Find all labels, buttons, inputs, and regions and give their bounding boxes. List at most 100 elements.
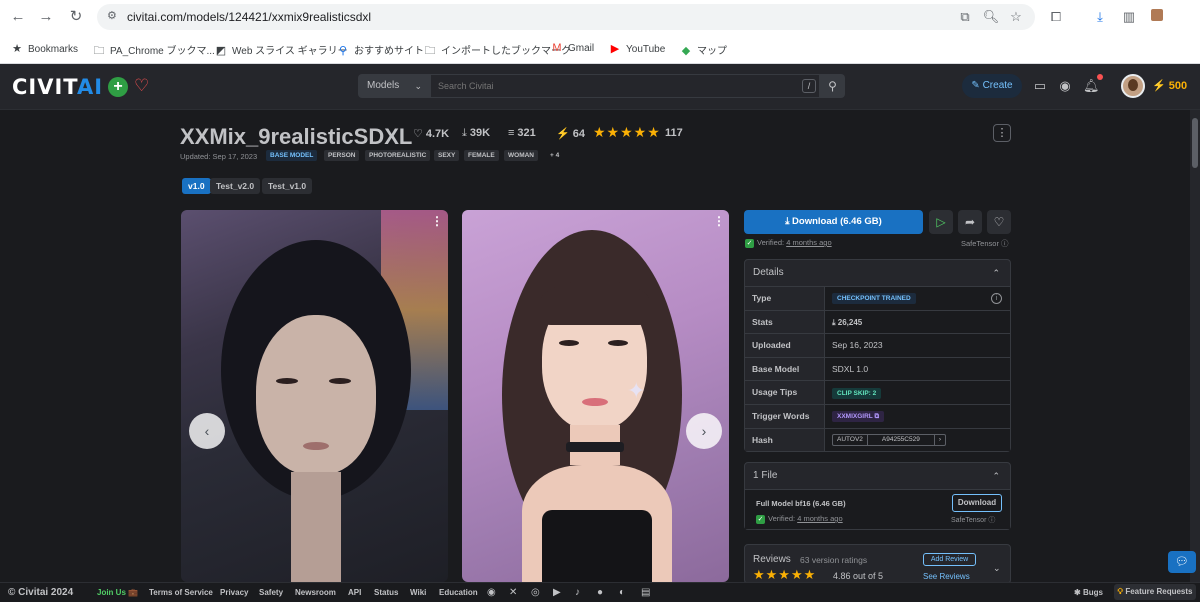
buzz-balance[interactable]: ⚡ 500	[1152, 79, 1187, 92]
profile-avatar-icon[interactable]	[1148, 8, 1166, 26]
civitai-logo[interactable]: CIVITAI	[12, 75, 103, 99]
bookmark-item[interactable]: ▶ YouTube	[608, 42, 666, 55]
version-tab-test-v1[interactable]: Test_v1.0	[262, 178, 313, 194]
reload-icon[interactable]: ↻	[66, 7, 86, 27]
tag-sexy[interactable]: SEXY	[434, 150, 460, 161]
tag-female[interactable]: FEMALE	[464, 150, 499, 161]
monitor-icon[interactable]: ▭	[1032, 77, 1048, 95]
side-panel-icon[interactable]: ▥	[1120, 8, 1138, 26]
tag-photorealistic[interactable]: PHOTOREALISTIC	[365, 150, 431, 161]
gallery-image[interactable]	[181, 210, 448, 582]
rating-count[interactable]: 117	[665, 127, 683, 139]
bookmark-item[interactable]: ◆ マップ	[679, 42, 727, 57]
version-tab-v1[interactable]: v1.0	[182, 178, 211, 194]
reddit-icon[interactable]: ●	[597, 587, 603, 598]
tiktok-icon[interactable]: ♪	[575, 587, 580, 598]
hash-box[interactable]: AUTOV2 A94255C529 ›	[832, 434, 947, 447]
bookmark-item[interactable]: ⚲ おすすめサイト	[336, 42, 424, 57]
install-app-icon[interactable]: ⧉	[956, 8, 974, 26]
bookmark-item[interactable]: ◩ Web スライス ギャラリー	[214, 42, 348, 57]
likes-stat[interactable]: ♡ 4.7K	[413, 127, 449, 140]
bookmark-item[interactable]: 🗀 PA_Chrome ブックマ...	[92, 42, 215, 61]
heart-icon[interactable]: ♡	[987, 210, 1011, 234]
bugs-link[interactable]: ✱ Bugs	[1074, 588, 1103, 597]
github-icon[interactable]: ◐	[619, 587, 625, 598]
type-badge: CHECKPOINT TRAINED	[832, 293, 916, 305]
footer-link[interactable]: Terms of Service	[149, 588, 213, 597]
reviews-count: 63 version ratings	[800, 555, 868, 565]
scrollbar-thumb[interactable]	[1192, 118, 1198, 168]
gallery-image[interactable]: ✦	[462, 210, 729, 582]
more-options-icon[interactable]: ⋮	[993, 124, 1011, 142]
search-category-select[interactable]: Models ⌄	[358, 74, 430, 98]
tag-woman[interactable]: WOMAN	[504, 150, 538, 161]
url-text[interactable]: civitai.com/models/124421/xxmix9realisti…	[127, 10, 371, 24]
chat-icon[interactable]: 💬︎	[1168, 551, 1196, 573]
info-icon[interactable]: i	[991, 293, 1002, 304]
tag-person[interactable]: PERSON	[324, 150, 360, 161]
user-avatar[interactable]	[1121, 74, 1145, 98]
footer-link[interactable]: Wiki	[410, 588, 426, 597]
download-button[interactable]: ⤓ Download (6.46 GB)	[744, 210, 923, 234]
more-tags[interactable]: + 4	[546, 150, 563, 161]
twitch-icon[interactable]: ▤	[641, 587, 650, 598]
bookmark-item[interactable]: 🗀 インポートしたブックマーク	[423, 42, 572, 61]
bookmark-item[interactable]: ★ Bookmarks	[10, 42, 78, 55]
search-icon[interactable]: ⚲	[820, 74, 845, 98]
heart-icon[interactable]: ♡	[134, 76, 149, 96]
hash-value: A94255C529	[868, 435, 935, 446]
uploaded-date: Sep 16, 2023	[825, 334, 1010, 357]
zoom-icon[interactable]: 🔍︎	[982, 8, 1000, 26]
bell-icon[interactable]: 🔔︎	[1083, 77, 1100, 95]
rating-stars[interactable]: ★★★★★	[593, 124, 661, 141]
file-download-button[interactable]: Download	[952, 494, 1002, 512]
next-image-icon[interactable]: ›	[686, 413, 722, 449]
footer-link[interactable]: API	[348, 588, 361, 597]
bookmark-star-icon[interactable]: ☆	[1007, 8, 1025, 26]
youtube-icon[interactable]: ▶	[553, 587, 561, 598]
address-bar[interactable]: ⚙ civitai.com/models/124421/xxmix9realis…	[97, 4, 1035, 30]
forward-icon[interactable]: →	[36, 7, 56, 27]
see-reviews-link[interactable]: See Reviews	[923, 572, 970, 581]
extensions-icon[interactable]: ⧠	[1047, 8, 1065, 26]
discord-icon[interactable]: ◉	[487, 587, 496, 598]
footer-link[interactable]: Status	[374, 588, 398, 597]
bangs-shape	[540, 280, 650, 325]
verified-time-link[interactable]: 4 months ago	[797, 514, 842, 523]
footer-link[interactable]: Education	[439, 588, 478, 597]
x-icon[interactable]: ✕	[509, 587, 517, 598]
downloads-icon[interactable]: ⤓	[1091, 8, 1109, 26]
version-tab-test-v2[interactable]: Test_v2.0	[210, 178, 261, 194]
eye-icon[interactable]: ◉	[1057, 77, 1073, 95]
plus-icon[interactable]: +	[108, 77, 128, 97]
info-icon[interactable]: ⓘ	[988, 517, 995, 524]
footer-join-link[interactable]: Join Us 💼	[97, 588, 138, 597]
image-menu-icon[interactable]: ⋮	[713, 214, 725, 228]
buzz-stat[interactable]: ⚡ 64	[556, 127, 585, 140]
bookmark-item[interactable]: M Gmail	[550, 42, 594, 54]
footer-link[interactable]: Safety	[259, 588, 283, 597]
page-scrollbar[interactable]	[1190, 110, 1200, 582]
comments-stat[interactable]: ≡ 321	[508, 127, 536, 139]
prev-image-icon[interactable]: ‹	[189, 413, 225, 449]
back-icon[interactable]: ←	[8, 7, 28, 27]
details-header[interactable]: Details ⌃	[745, 260, 1010, 286]
instagram-icon[interactable]: ◎	[531, 587, 540, 598]
feature-requests-button[interactable]: 💡︎ Feature Requests	[1114, 584, 1196, 600]
trigger-word-badge[interactable]: XXMIXGIRL ⧉	[832, 411, 885, 423]
create-button[interactable]: ✎ Create	[962, 74, 1022, 98]
info-icon[interactable]: ⓘ	[1001, 239, 1009, 248]
share-icon[interactable]: ➦	[958, 210, 982, 234]
chevron-down-icon[interactable]: ⌄	[993, 563, 1001, 574]
site-info-icon[interactable]: ⚙	[107, 9, 117, 22]
verified-time-link[interactable]: 4 months ago	[786, 238, 831, 247]
file-name: Full Model bf16 (6.46 GB)	[756, 499, 846, 508]
files-header[interactable]: 1 File ⌃	[745, 463, 1010, 489]
add-review-button[interactable]: Add Review	[923, 553, 976, 566]
image-menu-icon[interactable]: ⋮	[431, 214, 443, 228]
footer-link[interactable]: Newsroom	[295, 588, 336, 597]
footer-link[interactable]: Privacy	[220, 588, 248, 597]
search-input[interactable]	[430, 74, 820, 98]
base-model-tag[interactable]: BASE MODEL	[266, 150, 318, 161]
play-icon[interactable]: ▷	[929, 210, 953, 234]
